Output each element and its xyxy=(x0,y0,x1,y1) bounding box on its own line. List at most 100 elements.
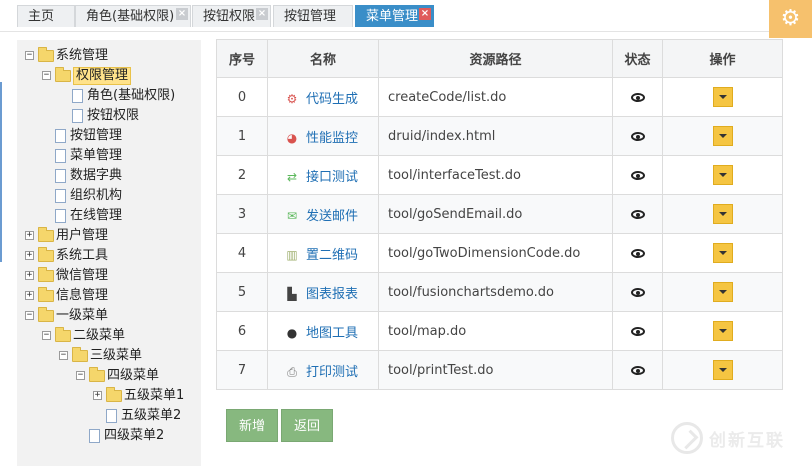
cogs-icon: ⚙ xyxy=(286,91,298,106)
dropdown-button[interactable] xyxy=(712,243,733,263)
row-action-cell xyxy=(662,155,783,195)
expand-icon[interactable]: + xyxy=(25,291,34,300)
globe-icon: ● xyxy=(286,325,298,340)
row-name-cell: ▥ 置二维码 xyxy=(267,233,379,273)
expand-icon[interactable]: + xyxy=(25,231,34,240)
expand-icon[interactable]: + xyxy=(93,391,102,400)
back-button[interactable]: 返回 xyxy=(281,409,333,442)
eye-icon[interactable] xyxy=(630,209,645,219)
row-name-link[interactable]: 接口测试 xyxy=(306,170,358,185)
column-header-name: 名称 xyxy=(267,39,379,78)
tree-node-label: 菜单管理 xyxy=(70,148,123,163)
tree-node-label: 角色(基础权限) xyxy=(87,88,176,103)
tree-node-label: 用户管理 xyxy=(56,228,109,243)
tree-node-label: 微信管理 xyxy=(56,268,109,283)
file-icon xyxy=(89,429,100,443)
gear-icon[interactable]: ⚙ xyxy=(769,0,812,38)
collapse-icon[interactable]: − xyxy=(76,371,85,380)
row-action-cell xyxy=(662,311,783,351)
file-icon xyxy=(55,149,66,163)
tree-node-label: 系统工具 xyxy=(56,248,109,263)
dropdown-button[interactable] xyxy=(712,126,733,146)
row-path: tool/goTwoDimensionCode.do xyxy=(378,233,613,273)
watermark-logo-icon xyxy=(671,422,703,454)
eye-icon[interactable] xyxy=(630,287,645,297)
file-icon xyxy=(55,169,66,183)
file-icon xyxy=(72,89,83,103)
add-button[interactable]: 新增 xyxy=(226,409,278,442)
envelope-icon: ✉ xyxy=(286,208,298,223)
row-name-cell: ● 地图工具 xyxy=(267,311,379,351)
close-icon[interactable]: × xyxy=(176,8,188,20)
expand-icon[interactable]: + xyxy=(25,251,34,260)
eye-icon[interactable] xyxy=(630,326,645,336)
tab-button-management[interactable]: 按钮管理 xyxy=(273,5,353,27)
tree-node-label: 四级菜单 xyxy=(107,368,160,383)
row-name-link[interactable]: 性能监控 xyxy=(306,131,358,146)
tree-node-label: 按钮管理 xyxy=(70,128,123,143)
row-action-cell xyxy=(662,233,783,273)
row-name-link[interactable]: 图表报表 xyxy=(306,287,358,302)
close-icon[interactable]: × xyxy=(419,8,431,20)
row-path: tool/printTest.do xyxy=(378,350,613,390)
eye-icon[interactable] xyxy=(630,248,645,258)
folder-icon xyxy=(89,367,105,382)
folder-icon xyxy=(38,247,54,262)
tree-node-label: 系统管理 xyxy=(56,48,109,63)
row-index: 2 xyxy=(216,155,268,195)
table-row: 2 ⇄ 接口测试 tool/interfaceTest.do xyxy=(216,155,783,195)
column-header-index: 序号 xyxy=(216,39,268,78)
folder-icon xyxy=(106,387,122,402)
tab-button-permission[interactable]: 按钮权限 × xyxy=(192,5,271,27)
file-icon xyxy=(106,409,117,423)
collapse-icon[interactable]: − xyxy=(59,351,68,360)
row-path: druid/index.html xyxy=(378,116,613,156)
barcode-icon: ▥ xyxy=(286,247,298,262)
eye-icon[interactable] xyxy=(630,131,645,141)
bar-chart-icon: ▙ xyxy=(287,286,297,301)
row-index: 0 xyxy=(216,77,268,117)
file-icon xyxy=(55,209,66,223)
collapse-icon[interactable]: − xyxy=(25,51,34,60)
row-status-cell xyxy=(612,116,663,156)
folder-icon xyxy=(72,347,88,362)
row-name-link[interactable]: 置二维码 xyxy=(306,248,358,263)
eye-icon[interactable] xyxy=(630,170,645,180)
table-row: 1 ◕ 性能监控 druid/index.html xyxy=(216,116,783,156)
row-name-link[interactable]: 代码生成 xyxy=(306,92,358,107)
row-action-cell xyxy=(662,350,783,390)
row-name-link[interactable]: 打印测试 xyxy=(306,365,358,380)
tree-node-label: 五级菜单1 xyxy=(124,388,185,403)
row-name-cell: ⚙ 代码生成 xyxy=(267,77,379,117)
row-name-cell: ⎙ 打印测试 xyxy=(267,350,379,390)
tab-home[interactable]: 主页 xyxy=(17,5,75,27)
row-name-link[interactable]: 地图工具 xyxy=(306,326,358,341)
expand-icon[interactable]: + xyxy=(25,271,34,280)
close-icon[interactable]: × xyxy=(256,8,268,20)
row-index: 6 xyxy=(216,311,268,351)
eye-icon[interactable] xyxy=(630,92,645,102)
dropdown-button[interactable] xyxy=(712,321,733,341)
dropdown-button[interactable] xyxy=(712,204,733,224)
row-status-cell xyxy=(612,194,663,234)
tab-label: 按钮权限 xyxy=(203,9,256,24)
collapse-icon[interactable]: − xyxy=(42,71,51,80)
table-row: 4 ▥ 置二维码 tool/goTwoDimensionCode.do xyxy=(216,233,783,273)
dropdown-button[interactable] xyxy=(712,87,733,107)
row-action-cell xyxy=(662,116,783,156)
tab-menu-management[interactable]: 菜单管理 × xyxy=(355,5,434,27)
dropdown-button[interactable] xyxy=(712,360,733,380)
eye-icon[interactable] xyxy=(630,365,645,375)
row-index: 4 xyxy=(216,233,268,273)
dropdown-button[interactable] xyxy=(712,165,733,185)
row-name-link[interactable]: 发送邮件 xyxy=(306,209,358,224)
tree-node-label: 权限管理 xyxy=(73,67,132,85)
tree-node-label: 四级菜单2 xyxy=(104,428,165,443)
collapse-icon[interactable]: − xyxy=(42,331,51,340)
row-index: 1 xyxy=(216,116,268,156)
folder-icon xyxy=(38,287,54,302)
tab-role-basic-permission[interactable]: 角色(基础权限) × xyxy=(75,5,191,27)
table-row: 5 ▙ 图表报表 tool/fusionchartsdemo.do xyxy=(216,272,783,312)
dropdown-button[interactable] xyxy=(712,282,733,302)
collapse-icon[interactable]: − xyxy=(25,311,34,320)
